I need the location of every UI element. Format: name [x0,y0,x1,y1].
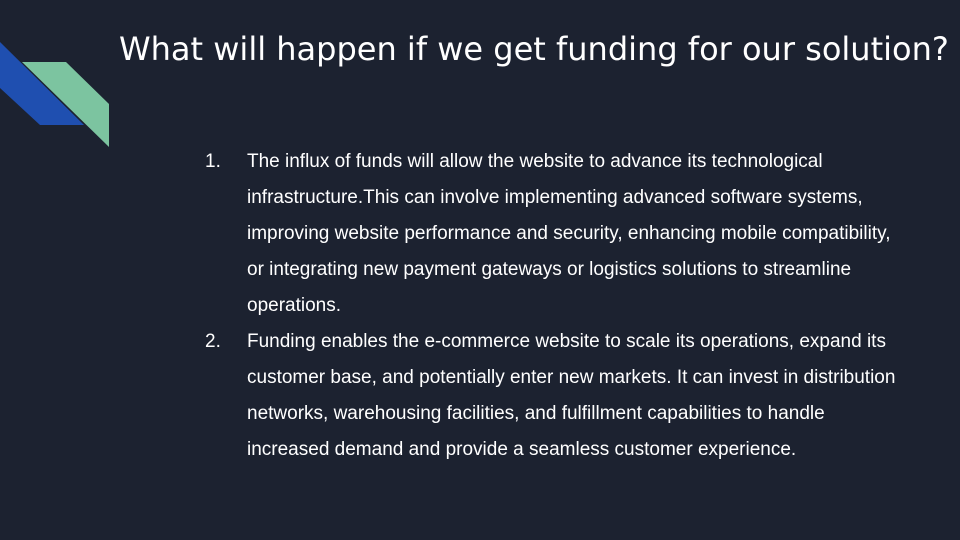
list-item: 2. Funding enables the e-commerce websit… [205,324,905,468]
list-item-number: 2. [205,331,221,352]
list-item-number: 1. [205,151,221,172]
slide: What will happen if we get funding for o… [0,0,960,540]
list-item: 1. The influx of funds will allow the we… [205,144,905,324]
body-list: 1. The influx of funds will allow the we… [205,144,905,468]
list-item-text: The influx of funds will allow the websi… [247,151,891,316]
slide-title: What will happen if we get funding for o… [119,30,949,68]
corner-decoration [0,42,109,147]
list-item-text: Funding enables the e-commerce website t… [247,331,896,460]
